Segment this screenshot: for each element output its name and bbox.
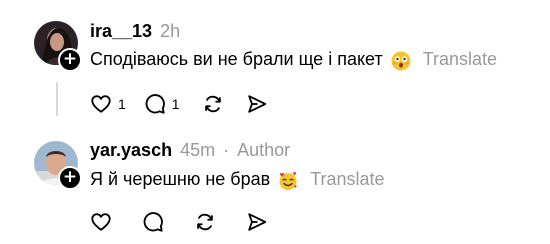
send-icon xyxy=(248,213,267,231)
heart-icon xyxy=(91,213,111,231)
timestamp: 2h xyxy=(160,21,181,41)
astonished-face-icon xyxy=(391,51,411,71)
action-bar: 1 1 xyxy=(90,93,286,115)
comment-header: ira__13 2h xyxy=(90,21,180,42)
like-button[interactable] xyxy=(90,211,112,233)
heart-icon xyxy=(91,95,111,113)
follow-button[interactable]: + xyxy=(58,166,82,190)
username[interactable]: yar.yasch xyxy=(90,140,172,161)
repost-icon xyxy=(204,95,221,113)
comment-icon xyxy=(145,94,165,114)
repost-button[interactable] xyxy=(194,211,216,233)
action-bar xyxy=(90,211,286,233)
username[interactable]: ira__13 xyxy=(90,21,152,42)
follow-button[interactable]: + xyxy=(58,48,82,72)
share-button[interactable] xyxy=(246,211,268,233)
comment-header: yar.yasch 45m · Author xyxy=(90,140,290,161)
author-label: Author xyxy=(237,140,291,160)
repost-button[interactable] xyxy=(202,93,224,115)
thread-line xyxy=(56,82,58,116)
like-count: 1 xyxy=(118,96,126,112)
comment-text: Я й черешню не брав xyxy=(90,169,271,189)
comment-body: Сподіваюсь ви не брали ще і пакет Transl… xyxy=(90,49,497,70)
translate-link[interactable]: Translate xyxy=(423,49,497,70)
smiling-face-with-hearts-icon xyxy=(278,171,298,191)
comment-body: Я й черешню не брав Translate xyxy=(90,169,385,190)
repost-icon xyxy=(197,213,213,231)
reply-count: 1 xyxy=(171,96,180,112)
comment-icon xyxy=(143,212,163,232)
reply-button[interactable] xyxy=(142,211,164,233)
share-button[interactable] xyxy=(246,93,268,115)
send-icon xyxy=(247,95,266,113)
timestamp: 45m xyxy=(180,140,216,160)
separator-dot: · xyxy=(223,140,230,160)
translate-link[interactable]: Translate xyxy=(310,169,384,190)
like-button[interactable]: 1 xyxy=(90,93,126,115)
comment-text: Сподіваюсь ви не брали ще і пакет xyxy=(90,49,383,69)
reply-button[interactable]: 1 xyxy=(144,93,180,115)
